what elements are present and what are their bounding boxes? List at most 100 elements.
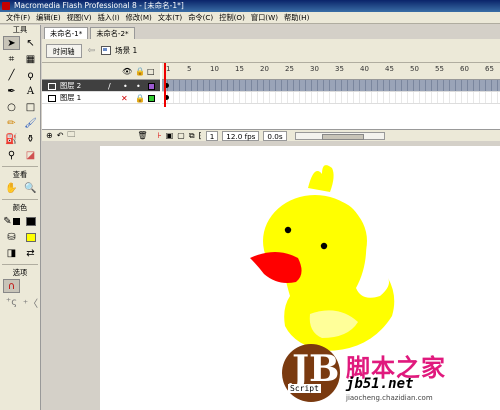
- menu-control[interactable]: 控制(O): [216, 13, 248, 23]
- subselection-tool-icon[interactable]: ↖: [22, 36, 39, 50]
- pen-tool-icon[interactable]: ✒: [3, 84, 20, 98]
- line-tool-icon[interactable]: ╱: [3, 68, 20, 82]
- timeline-scrollbar[interactable]: [294, 131, 385, 140]
- eraser-tool-icon[interactable]: ◪: [22, 148, 39, 162]
- watermark-script: Script: [288, 384, 321, 393]
- fill-transform-tool-icon[interactable]: ▦: [22, 52, 39, 66]
- menu-view[interactable]: 视图(V): [64, 13, 95, 23]
- menu-window[interactable]: 窗口(W): [248, 13, 281, 23]
- add-layer-icon[interactable]: ⊕: [46, 131, 53, 140]
- paint-bucket-tool-icon[interactable]: ⚱: [22, 132, 39, 146]
- selection-tool-icon[interactable]: ➤: [3, 36, 20, 50]
- flash-app-icon: [2, 2, 10, 10]
- straighten-icon[interactable]: ⁺〈: [22, 295, 39, 310]
- frame-tick: 10: [210, 65, 219, 73]
- layer-outline-color[interactable]: [148, 83, 155, 90]
- watermark-domain: jiaocheng.chazidian.com: [346, 394, 433, 402]
- frame-tick: 20: [260, 65, 269, 73]
- layer-outline-color[interactable]: [148, 95, 155, 102]
- modify-onion-markers-icon[interactable]: ⁅: [199, 131, 202, 140]
- lock-icon[interactable]: 🔒: [135, 67, 145, 76]
- rectangle-tool-icon[interactable]: □: [22, 100, 39, 114]
- oval-tool-icon[interactable]: ○: [3, 100, 20, 114]
- layer-name: 图层 2: [60, 81, 82, 90]
- options-section-title: 选项: [12, 268, 28, 277]
- layer-row[interactable]: 图层 1 ✕ 🔒: [42, 92, 160, 104]
- window-title: Macromedia Flash Professional 8 - [未命名-1…: [14, 1, 184, 10]
- smooth-icon[interactable]: ⁺ς: [3, 295, 20, 309]
- title-bar: Macromedia Flash Professional 8 - [未命名-1…: [0, 0, 500, 12]
- stroke-color-icon[interactable]: ✎: [3, 214, 20, 228]
- duck-eye-right: [320, 242, 328, 250]
- frame-tick: 1: [166, 65, 171, 73]
- frame-tick: 50: [410, 65, 419, 73]
- playhead[interactable]: [164, 63, 166, 107]
- swap-colors-icon[interactable]: ⇄: [22, 246, 39, 260]
- menu-modify[interactable]: 修改(M): [123, 13, 155, 23]
- menu-bar: 文件(F) 编辑(E) 视图(V) 插入(I) 修改(M) 文本(T) 命令(C…: [0, 12, 500, 24]
- elapsed-time: 0.0s: [263, 130, 287, 141]
- frame-tick: 65: [485, 65, 494, 73]
- frame-rate[interactable]: 12.0 fps: [222, 130, 260, 141]
- free-transform-tool-icon[interactable]: ⌗: [3, 52, 20, 66]
- option-spacer: [22, 279, 39, 293]
- brush-tool-icon[interactable]: 🖌: [22, 116, 39, 130]
- tools-divider: [2, 166, 38, 167]
- stroke-color-picker[interactable]: [22, 214, 39, 228]
- ink-bottle-tool-icon[interactable]: ⛽: [3, 132, 20, 146]
- duck-tuft: [308, 165, 334, 192]
- layer-row[interactable]: 图层 2 / • •: [42, 80, 160, 92]
- menu-file[interactable]: 文件(F): [3, 13, 33, 23]
- zoom-tool-icon[interactable]: 🔍: [22, 181, 39, 195]
- outline-icon[interactable]: □: [147, 67, 155, 76]
- scene-label[interactable]: 场景 1: [115, 45, 137, 56]
- frame-tick: 35: [335, 65, 344, 73]
- frame-tick: 60: [460, 65, 469, 73]
- eye-icon[interactable]: 👁: [122, 67, 132, 76]
- timeline-toggle-button[interactable]: 时间轴: [46, 43, 82, 58]
- scene-icon: [101, 46, 112, 55]
- onion-skin-icon[interactable]: ▣: [166, 131, 174, 140]
- frame-ruler[interactable]: 1 5 10 15 20 25 30 35 40 45 50 55 60 65: [162, 63, 500, 80]
- colors-section-title: 颜色: [12, 203, 28, 212]
- layers-header: 👁 🔒 □: [42, 63, 160, 80]
- watermark-logo: JB: [282, 344, 340, 402]
- hidden-x-icon[interactable]: ✕: [121, 93, 128, 105]
- timeline-footer: ⊕ ↶ 🗀 🗑 ⊦ ▣ ▢ ⧉ ⁅ 1 12.0 fps 0.0s: [42, 129, 500, 141]
- add-motion-guide-icon[interactable]: ↶: [57, 131, 64, 140]
- pencil-tool-icon[interactable]: ✏: [3, 116, 20, 130]
- menu-help[interactable]: 帮助(H): [281, 13, 312, 23]
- duck-eye-left: [284, 226, 292, 234]
- delete-layer-icon[interactable]: 🗑: [137, 131, 147, 140]
- frame-row[interactable]: [162, 80, 500, 92]
- stroke-color-swatch[interactable]: [12, 217, 20, 225]
- edit-multiple-frames-icon[interactable]: ⧉: [189, 131, 195, 141]
- fill-color-picker[interactable]: [22, 230, 39, 244]
- back-arrow-icon[interactable]: ⇦: [88, 46, 96, 56]
- frame-row[interactable]: [162, 92, 500, 104]
- tools-panel: 工具 ➤ ↖ ⌗ ▦ ╱ ϙ ✒ A ○ □ ✏ 🖌 ⛽ ⚱ ⚲ ◪ 查看 ✋ …: [0, 25, 41, 410]
- tab-document-1[interactable]: 未命名-1*: [44, 27, 89, 39]
- lasso-tool-icon[interactable]: ϙ: [22, 68, 39, 82]
- snap-magnet-icon[interactable]: ∩: [3, 279, 20, 293]
- menu-text[interactable]: 文本(T): [155, 13, 185, 23]
- frame-tick: 30: [310, 65, 319, 73]
- menu-edit[interactable]: 编辑(E): [33, 13, 64, 23]
- lock-icon[interactable]: 🔒: [135, 93, 145, 105]
- hand-tool-icon[interactable]: ✋: [3, 181, 20, 195]
- fill-color-icon[interactable]: ⛁: [3, 230, 20, 244]
- frame-tick: 25: [285, 65, 294, 73]
- default-colors-icon[interactable]: ◨: [3, 246, 20, 260]
- fill-swatch-box: [25, 232, 36, 242]
- text-tool-icon[interactable]: A: [22, 84, 39, 98]
- menu-insert[interactable]: 插入(I): [95, 13, 123, 23]
- view-section-title: 查看: [12, 170, 28, 179]
- add-layer-folder-icon[interactable]: 🗀: [67, 129, 75, 143]
- menu-commands[interactable]: 命令(C): [185, 13, 216, 23]
- tab-document-2[interactable]: 未命名-2*: [90, 27, 135, 39]
- onion-skin-outlines-icon[interactable]: ▢: [177, 131, 185, 140]
- eyedropper-tool-icon[interactable]: ⚲: [3, 148, 20, 162]
- center-frame-icon[interactable]: ⊦: [158, 131, 162, 140]
- frame-tick: 55: [435, 65, 444, 73]
- stage-canvas[interactable]: JB Script 脚本之家 jb51.net jiaocheng.chazid…: [100, 146, 500, 410]
